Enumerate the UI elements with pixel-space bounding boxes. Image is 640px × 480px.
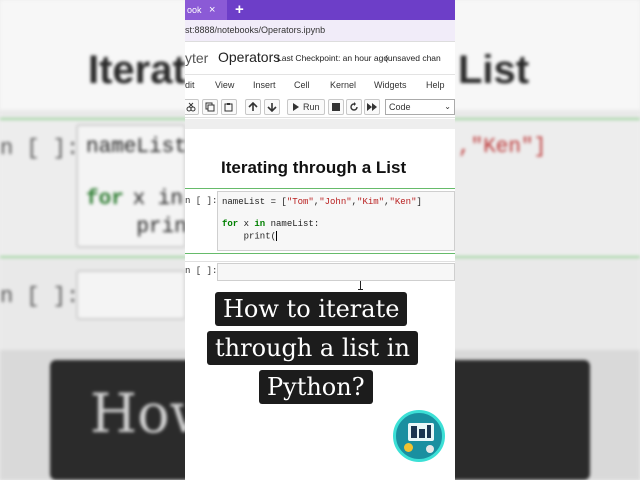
code-token: print( — [222, 231, 277, 242]
toolbar: Run Code ⌄ — [185, 96, 455, 118]
bg-code-line-1-right: ,"Ken"] — [458, 136, 547, 159]
unsaved-status: (unsaved chan — [385, 53, 441, 63]
caption-line-2: through a list in — [207, 331, 418, 365]
caption-line-1: How to iterate — [215, 292, 408, 326]
code-line-1: nameList = ["Tom","John","Kim","Ken"] — [222, 197, 422, 207]
bg-code-line-2: x in — [120, 188, 184, 211]
arrow-up-icon — [248, 101, 258, 111]
paste-icon — [224, 103, 233, 112]
code-line-2: for x in nameList: — [222, 219, 319, 229]
cell-prompt: n [ ]: — [185, 266, 218, 276]
scissors-icon — [186, 102, 196, 112]
jupyter-logo[interactable]: yter — [185, 50, 208, 66]
arrow-down-icon — [267, 103, 277, 113]
fast-forward-icon — [367, 103, 377, 111]
bg-code-line-2-kw: for — [86, 188, 124, 211]
code-string: "John" — [319, 197, 352, 207]
code-string: "Kim" — [357, 197, 385, 207]
stop-button[interactable] — [328, 99, 344, 115]
new-tab-icon[interactable]: + — [235, 0, 244, 20]
browser-window: ook × + st:8888/notebooks/Operators.ipyn… — [185, 0, 455, 480]
video-caption: How to iterate through a list in Python? — [207, 292, 434, 408]
jupyter-header: yter Operators Last Checkpoint: an hour … — [185, 42, 455, 74]
logo-dot — [426, 445, 434, 453]
code-keyword: in — [254, 219, 266, 229]
bg-code-line-3: prin — [86, 216, 187, 239]
cut-button[interactable] — [185, 99, 199, 115]
run-all-button[interactable] — [364, 99, 380, 115]
cell-type-select[interactable]: Code ⌄ — [385, 99, 455, 115]
stop-icon — [332, 103, 340, 111]
bg-title-right: List — [458, 48, 530, 92]
markdown-heading: Iterating through a List — [221, 158, 407, 177]
code-bracket: ] — [416, 197, 422, 207]
logo-dot — [404, 443, 413, 452]
run-label: Run — [303, 102, 320, 112]
bg-codebox-left-2 — [76, 270, 186, 320]
notebook-page: Iterating through a List n [ ]: nameList… — [185, 129, 455, 290]
bg-prompt-2: n [ ]: — [0, 284, 80, 309]
address-bar[interactable]: st:8888/notebooks/Operators.ipynb — [185, 20, 455, 42]
text-cursor — [276, 231, 278, 241]
code-editor-empty[interactable] — [217, 263, 455, 281]
close-icon[interactable]: × — [209, 0, 215, 20]
menu-widgets[interactable]: Widgets — [374, 80, 407, 90]
code-token: nameList: — [265, 219, 320, 229]
logo-bar — [411, 426, 417, 438]
copy-icon — [205, 102, 215, 112]
run-button[interactable]: Run — [287, 99, 325, 115]
code-string: "Tom" — [286, 197, 314, 207]
code-line-3: print( — [222, 231, 278, 242]
menu-cell[interactable]: Cell — [294, 80, 310, 90]
chevron-down-icon: ⌄ — [444, 102, 451, 111]
cell-prompt: n [ ]: — [185, 196, 218, 206]
tab-label: ook — [187, 5, 202, 15]
copy-button[interactable] — [202, 99, 218, 115]
code-token: x — [238, 219, 255, 229]
restart-button[interactable] — [346, 99, 362, 115]
bg-code-line-1: nameList — [86, 136, 187, 159]
code-cell-empty[interactable]: n [ ]: — [185, 261, 455, 281]
logo-bar — [427, 425, 431, 438]
bg-prompt-1: n [ ]: — [0, 136, 80, 161]
tab-bar: ook × + — [185, 0, 455, 20]
notebook-name[interactable]: Operators — [218, 49, 280, 65]
menu-bar: dit View Insert Cell Kernel Widgets Help — [185, 74, 455, 96]
restart-icon — [350, 102, 358, 111]
logo-bar — [419, 429, 425, 438]
menu-kernel[interactable]: Kernel — [330, 80, 356, 90]
url-text: st:8888/notebooks/Operators.ipynb — [185, 25, 326, 35]
code-string: "Ken" — [389, 197, 417, 207]
move-down-button[interactable] — [264, 99, 280, 115]
menu-edit[interactable]: dit — [185, 80, 195, 90]
move-up-button[interactable] — [245, 99, 261, 115]
notebook-area: Iterating through a List n [ ]: nameList… — [185, 119, 455, 290]
checkpoint-status: Last Checkpoint: an hour ago — [277, 53, 389, 63]
menu-help[interactable]: Help — [426, 80, 445, 90]
cell-type-value: Code — [389, 102, 411, 112]
menu-view[interactable]: View — [215, 80, 234, 90]
code-cell-selected[interactable]: n [ ]: nameList = ["Tom","John","Kim","K… — [185, 188, 455, 290]
code-editor[interactable]: nameList = ["Tom","John","Kim","Ken"] fo… — [217, 191, 455, 251]
tab-notebook[interactable]: ook × — [185, 0, 227, 20]
code-token: nameList = [ — [222, 197, 287, 207]
menu-insert[interactable]: Insert — [253, 80, 276, 90]
channel-logo-icon — [393, 410, 445, 462]
code-keyword: for — [222, 219, 239, 229]
caption-line-3: Python? — [259, 370, 373, 404]
paste-button[interactable] — [221, 99, 237, 115]
play-icon — [293, 103, 300, 111]
